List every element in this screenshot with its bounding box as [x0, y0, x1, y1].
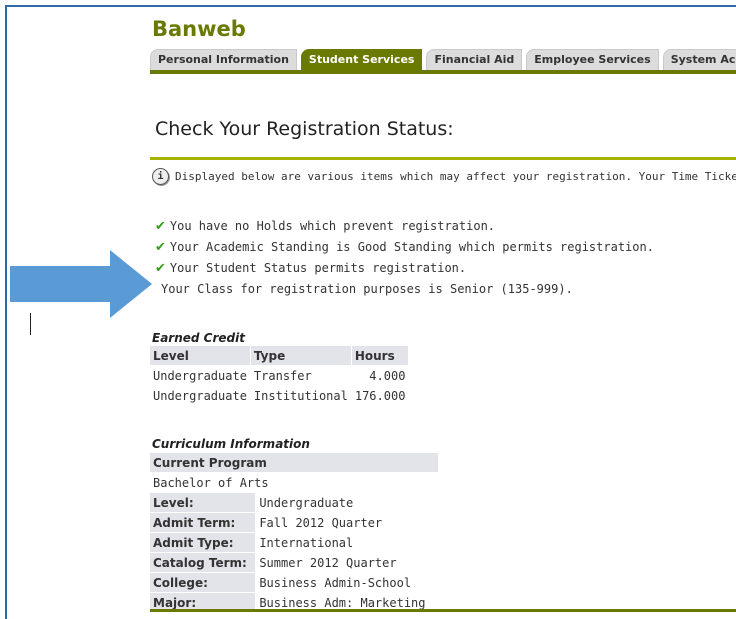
table-row: College: Business Admin-School [150, 573, 438, 592]
info-message: i Displayed below are various items whic… [152, 168, 736, 185]
curriculum-title: Curriculum Information [152, 437, 310, 451]
field-label: Catalog Term: [150, 553, 256, 572]
field-value: Undergraduate [259, 495, 354, 510]
annotation-arrow-icon [10, 250, 152, 318]
info-text: Displayed below are various items which … [175, 170, 736, 183]
curriculum-table: Current Program Bachelor of Arts Level: … [149, 452, 439, 613]
tab-personal-information[interactable]: Personal Information [150, 49, 297, 70]
table-row: Level: Undergraduate [150, 493, 438, 512]
field-label: Admit Term: [150, 513, 256, 532]
program-name: Bachelor of Arts [153, 475, 269, 490]
field-label: College: [150, 573, 256, 592]
checkmark-icon: ✔ [155, 219, 166, 234]
table-header-row: Level Type Hours [150, 346, 409, 365]
table-row: Catalog Term: Summer 2012 Quarter [150, 553, 438, 572]
current-program-header: Current Program [150, 453, 438, 472]
table-cell: Undergraduate [153, 388, 247, 403]
status-message-holds: ✔ You have no Holds which prevent registr… [155, 219, 496, 234]
text-cursor [30, 313, 31, 335]
tab-financial-aid[interactable]: Financial Aid [426, 49, 523, 70]
checkmark-icon: ✔ [155, 261, 166, 276]
table-header-row: Current Program [150, 453, 438, 472]
table-cell: Institutional [253, 388, 348, 403]
table-row: Admit Type: International [150, 533, 438, 552]
table-cell: Undergraduate [153, 368, 247, 383]
tab-employee-services[interactable]: Employee Services [526, 49, 659, 70]
status-message-class: Your Class for registration purposes is … [161, 282, 573, 296]
earned-credit-table: Level Type Hours Undergraduate Transfer … [149, 345, 409, 406]
table-row: Undergraduate Institutional 176.000 [150, 386, 408, 405]
info-icon: i [152, 168, 169, 185]
table-cell: 176.000 [354, 388, 406, 403]
tab-student-services[interactable]: Student Services [300, 49, 423, 70]
field-label: Admit Type: [150, 533, 256, 552]
table-row: Admit Term: Fall 2012 Quarter [150, 513, 438, 532]
tab-system-access[interactable]: System Access [662, 49, 736, 70]
field-value: International [259, 535, 354, 550]
earned-credit-title: Earned Credit [152, 331, 245, 345]
title-divider [150, 157, 736, 160]
field-label: Level: [150, 493, 256, 512]
status-messages: ✔ You have no Holds which prevent registr… [155, 216, 654, 300]
column-header-type: Type [250, 346, 351, 365]
status-message-student-status: ✔ Your Student Status permits registratio… [155, 261, 467, 276]
main-tabs: Personal Information Student Services Fi… [150, 49, 736, 70]
field-value: Summer 2012 Quarter [259, 555, 397, 570]
table-cell: Transfer [253, 368, 312, 383]
status-message-academic-standing: ✔ Your Academic Standing is Good Standing… [155, 240, 654, 255]
field-value: Fall 2012 Quarter [259, 515, 383, 530]
page-title: Check Your Registration Status: [155, 118, 454, 140]
field-value: Business Admin-School [259, 575, 412, 590]
table-row: Bachelor of Arts [150, 473, 438, 492]
table-cell: 4.000 [369, 368, 406, 383]
tab-underline [150, 70, 736, 74]
bottom-divider [150, 609, 736, 612]
app-brand: Banweb [152, 17, 246, 41]
column-header-hours: Hours [351, 346, 409, 365]
checkmark-icon: ✔ [155, 240, 166, 255]
table-row: Undergraduate Transfer 4.000 [150, 366, 408, 385]
column-header-level: Level [150, 346, 250, 365]
